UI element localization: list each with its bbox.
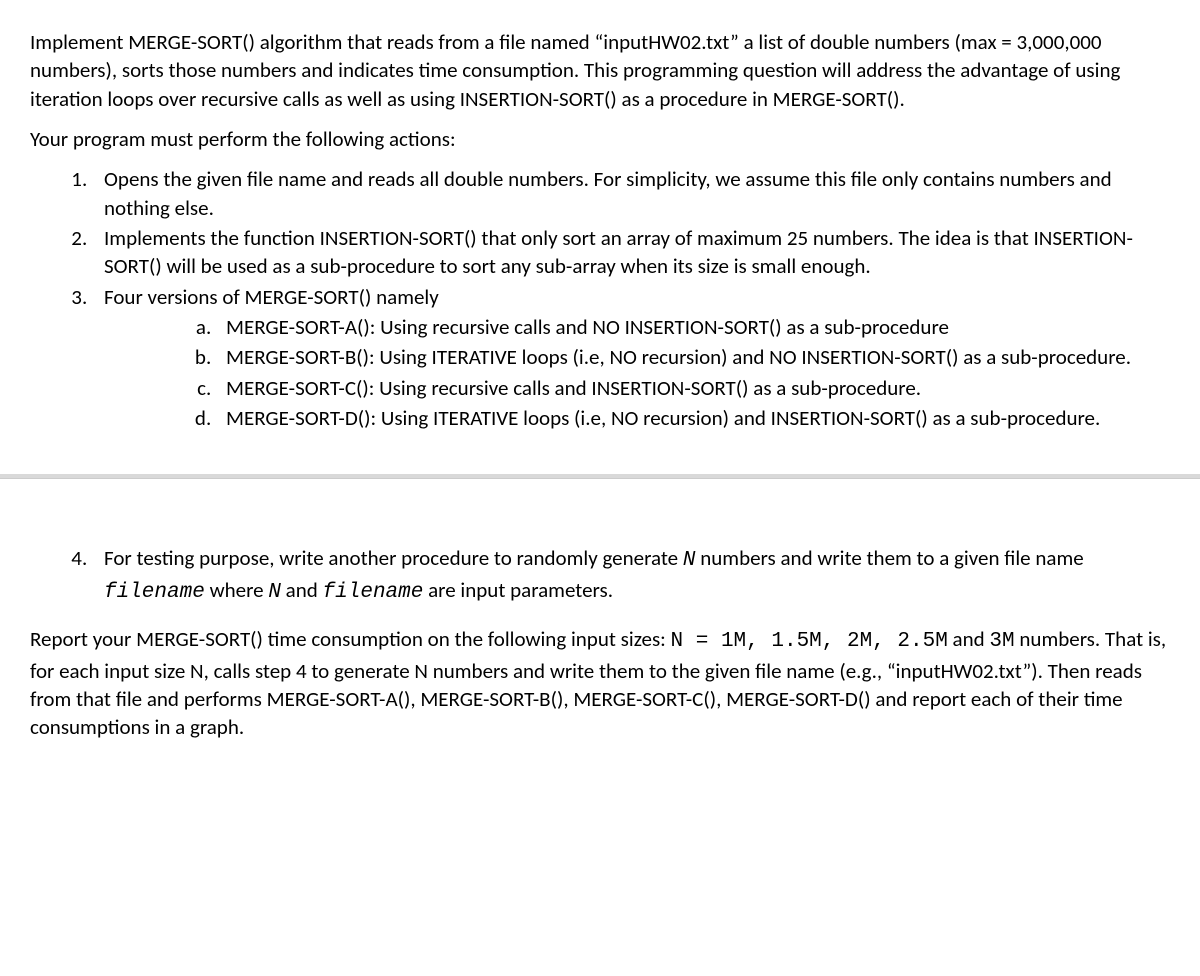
step-4-part3: where	[205, 577, 268, 603]
steps-list: Opens the given file name and reads all …	[30, 165, 1170, 432]
step-4: For testing purpose, write another proce…	[92, 544, 1170, 607]
intro-paragraph-2: Your program must perform the following …	[30, 125, 1170, 153]
steps-list-continued: For testing purpose, write another proce…	[30, 544, 1170, 607]
step-4-filename2: filename	[323, 581, 424, 604]
step-3: Four versions of MERGE-SORT() namely MER…	[92, 283, 1170, 433]
step-3a: MERGE-SORT-A(): Using recursive calls an…	[216, 313, 1170, 341]
report-pre: Report your MERGE-SORT() time consumptio…	[30, 626, 671, 652]
step-2: Implements the function INSERTION-SORT()…	[92, 224, 1170, 281]
page-break	[0, 472, 1200, 484]
step-3c: MERGE-SORT-C(): Using recursive calls an…	[216, 374, 1170, 402]
step-4-filename1: filename	[104, 581, 205, 604]
step-4-N1: N	[683, 549, 696, 572]
report-mid: and	[948, 626, 990, 652]
step-3-text: Four versions of MERGE-SORT() namely	[104, 284, 439, 310]
step-3b: MERGE-SORT-B(): Using ITERATIVE loops (i…	[216, 343, 1170, 371]
step-4-N2: N	[268, 581, 281, 604]
document-page: Implement MERGE-SORT() algorithm that re…	[0, 0, 1200, 794]
step-3d: MERGE-SORT-D(): Using ITERATIVE loops (i…	[216, 404, 1170, 432]
step-1: Opens the given file name and reads all …	[92, 165, 1170, 222]
step-4-part2: numbers and write them to a given file n…	[695, 545, 1083, 571]
report-paragraph: Report your MERGE-SORT() time consumptio…	[30, 625, 1170, 741]
step-4-part1: For testing purpose, write another proce…	[104, 545, 683, 571]
report-code: N = 1M, 1.5M, 2M, 2.5M	[671, 630, 948, 653]
intro-paragraph-1: Implement MERGE-SORT() algorithm that re…	[30, 28, 1170, 113]
step-4-part4: and	[281, 577, 323, 603]
step-4-part5: are input parameters.	[423, 577, 613, 603]
report-code2: 3M	[989, 630, 1014, 653]
step-3-sublist: MERGE-SORT-A(): Using recursive calls an…	[104, 313, 1170, 432]
